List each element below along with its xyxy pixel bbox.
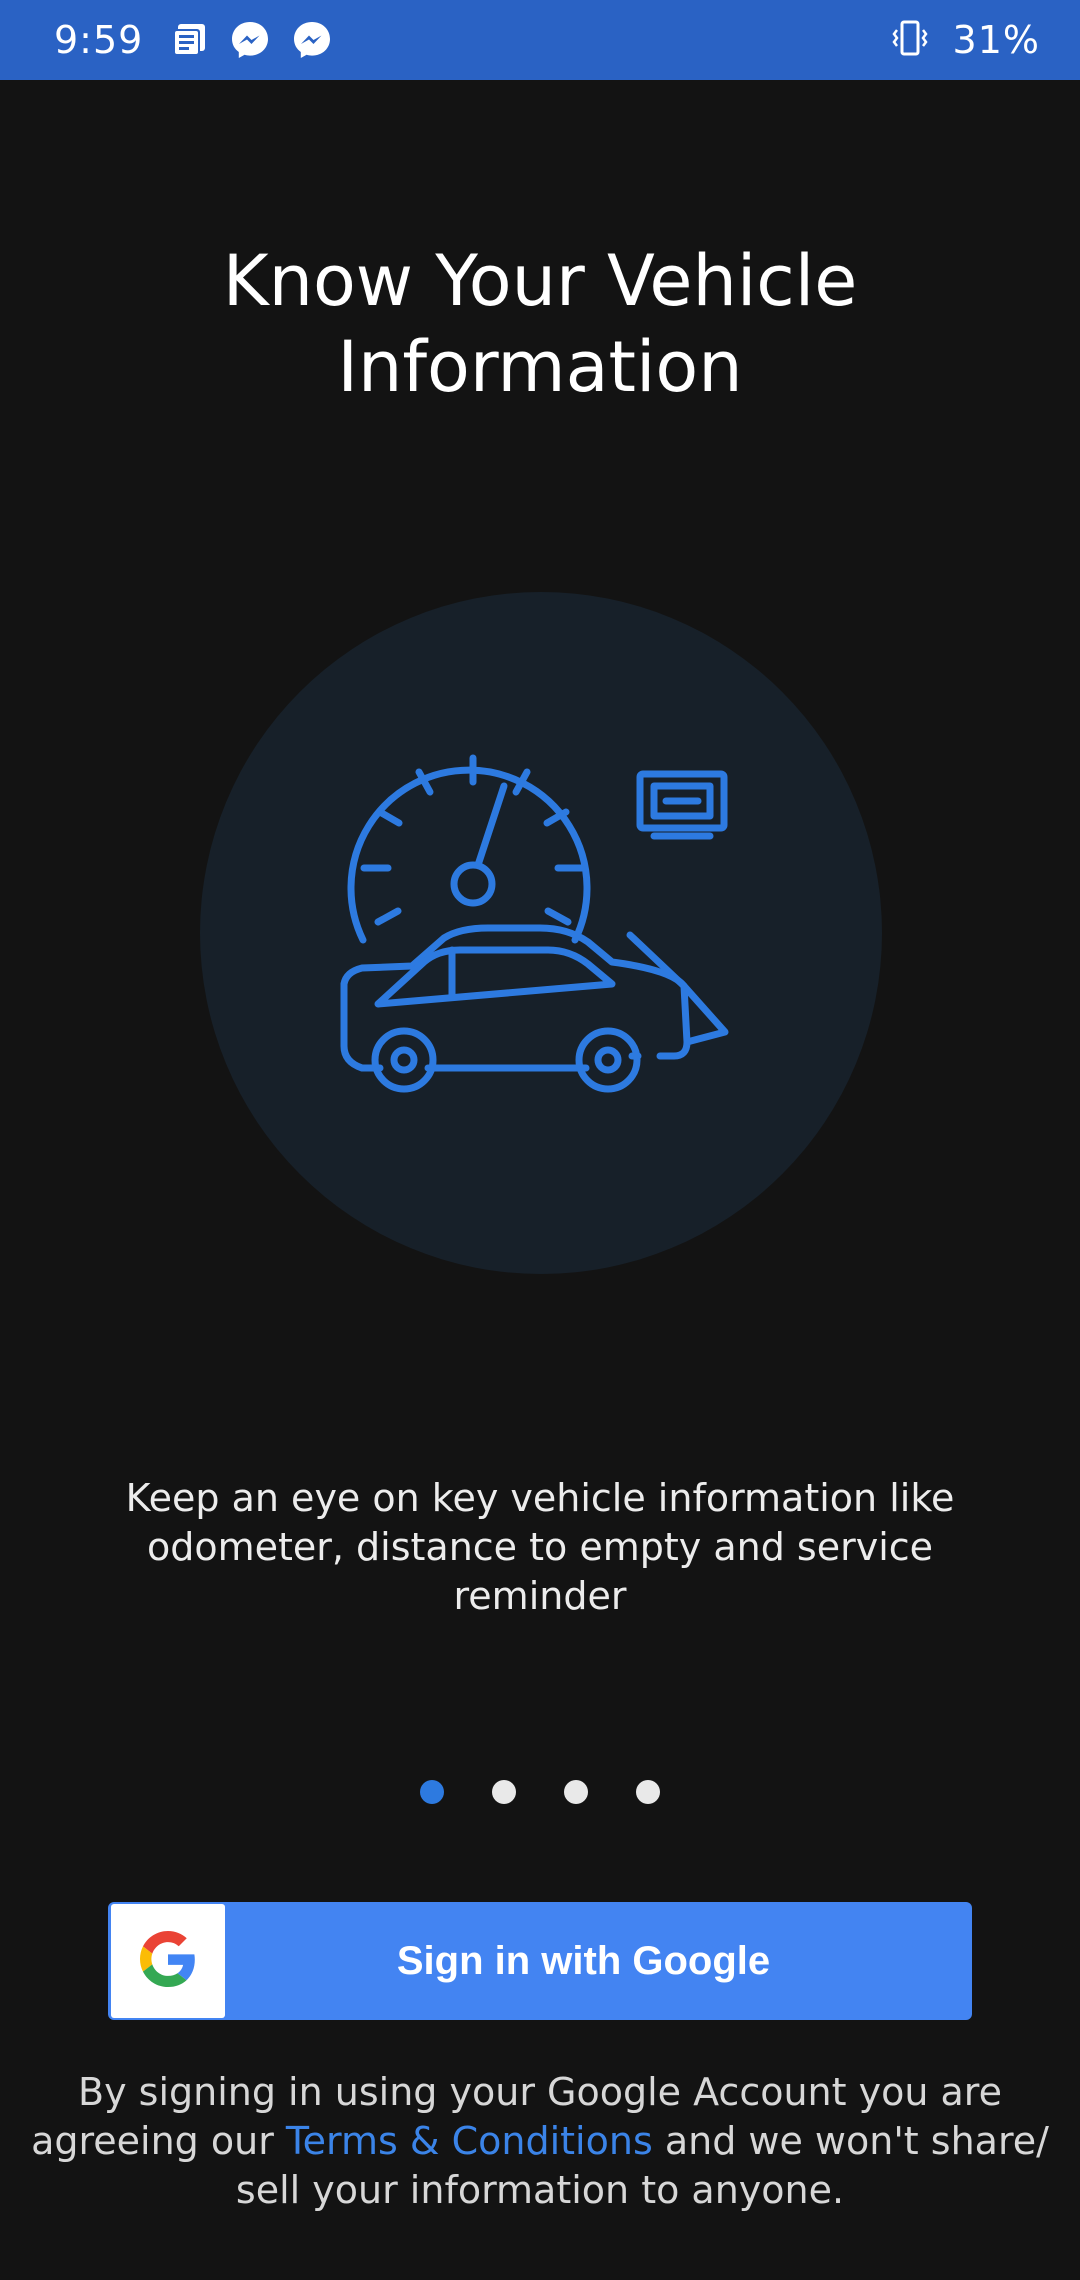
google-logo-box bbox=[111, 1904, 225, 2018]
news-icon bbox=[169, 20, 209, 60]
sign-in-with-google-button[interactable]: Sign in with Google bbox=[108, 1902, 972, 2020]
page-title: Know Your Vehicle Information bbox=[222, 240, 858, 408]
status-right: 31% bbox=[889, 17, 1040, 63]
vibrate-icon bbox=[889, 17, 931, 63]
pagination-dots bbox=[0, 1780, 1080, 1804]
notification-icons bbox=[169, 19, 333, 61]
page-dot-3[interactable] bbox=[564, 1780, 588, 1804]
page-dot-2[interactable] bbox=[492, 1780, 516, 1804]
status-time: 9:59 bbox=[54, 18, 144, 62]
sign-in-disclaimer: By signing in using your Google Account … bbox=[20, 2068, 1060, 2215]
messenger-icon bbox=[291, 19, 333, 61]
battery-level: 31% bbox=[952, 18, 1040, 62]
messenger-icon bbox=[229, 19, 271, 61]
page-dot-1[interactable] bbox=[420, 1780, 444, 1804]
google-g-icon bbox=[140, 1931, 196, 1991]
terms-and-conditions-link[interactable]: Terms & Conditions bbox=[286, 2119, 653, 2163]
sign-in-button-label: Sign in with Google bbox=[396, 1938, 771, 1983]
status-bar: 9:59 31% bbox=[0, 0, 1080, 80]
car-speedometer-icon bbox=[320, 750, 740, 1114]
page-dot-4[interactable] bbox=[636, 1780, 660, 1804]
onboarding-description: Keep an eye on key vehicle information l… bbox=[125, 1476, 955, 1618]
